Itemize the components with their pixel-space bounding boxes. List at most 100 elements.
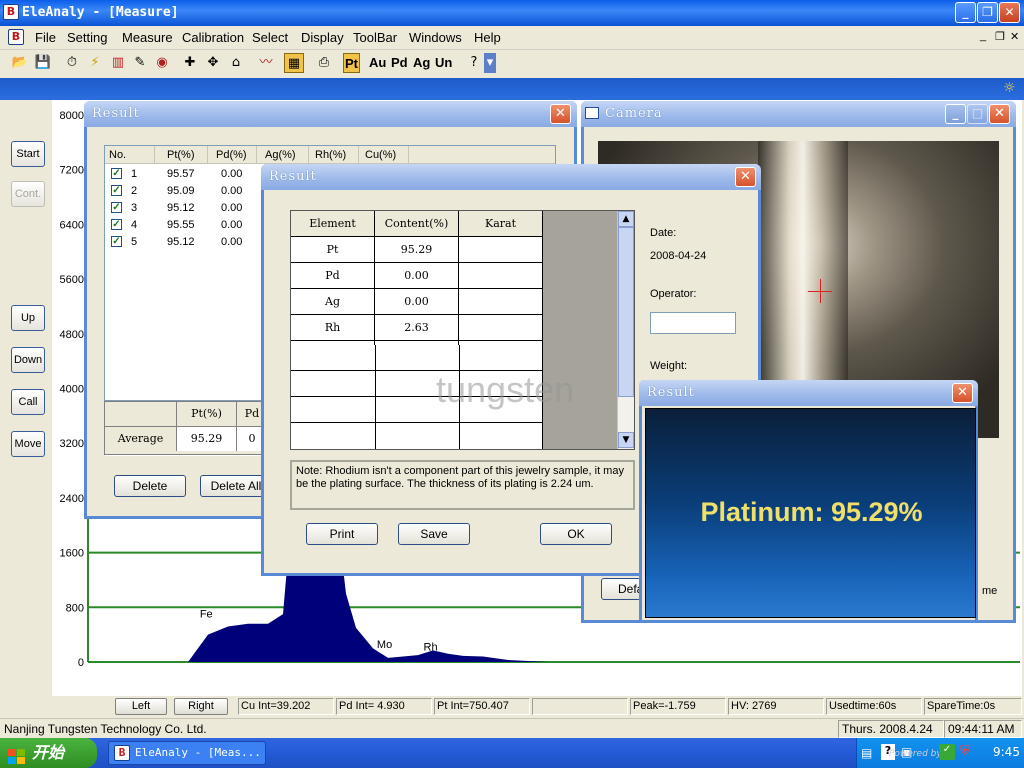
peak-status: Peak=-1.759 xyxy=(630,698,726,715)
home-icon[interactable]: ⌂ xyxy=(226,53,246,73)
move-button[interactable]: Move xyxy=(11,431,45,457)
camera-close-button[interactable]: ✕ xyxy=(989,104,1010,124)
bar-chart-icon[interactable]: ▥ xyxy=(108,53,128,73)
left-button[interactable]: Left xyxy=(115,698,167,715)
grid-cell-karat xyxy=(459,263,543,289)
printer-icon[interactable]: ⎙ xyxy=(314,53,334,73)
grid-cell-element-text: Pd xyxy=(325,269,340,282)
taskbar-clock: 9:45 xyxy=(993,745,1020,759)
close-button[interactable]: ✕ xyxy=(999,2,1020,23)
mdi-close-icon[interactable]: ✕ xyxy=(1008,29,1021,44)
delete-button[interactable]: Delete xyxy=(114,475,186,497)
mdi-minimize-icon[interactable]: _ xyxy=(978,29,988,43)
date-label: Date: xyxy=(650,227,677,239)
menu-file[interactable]: File xyxy=(33,29,58,46)
menu-calibration[interactable]: Calibration xyxy=(180,29,246,46)
menu-select[interactable]: Select xyxy=(250,29,290,46)
start-button[interactable]: Start xyxy=(11,141,45,167)
ok-button[interactable]: OK xyxy=(540,523,612,545)
result-window-detail-titlebar[interactable]: Result ✕ xyxy=(261,164,761,190)
result-window-history-titlebar[interactable]: Result ✕ xyxy=(84,101,577,127)
scroll-up-icon[interactable]: ▲ xyxy=(618,211,634,227)
element-ag-button[interactable]: Ag xyxy=(412,53,431,73)
col-header-rh[interactable]: Rh(%) xyxy=(311,146,359,164)
move-tool-icon[interactable]: ✥ xyxy=(203,53,223,73)
result-window-summary-titlebar[interactable]: Result ✕ xyxy=(639,380,978,406)
lightning-icon[interactable]: ⚡ xyxy=(85,53,105,73)
col-header-cu[interactable]: Cu(%) xyxy=(361,146,409,164)
result-window-detail-close-button[interactable]: ✕ xyxy=(735,167,756,187)
crosshair-vertical xyxy=(820,279,821,303)
y-tick-label: 7200 xyxy=(60,165,84,177)
app-icon[interactable]: B xyxy=(3,4,19,20)
menu-measure[interactable]: Measure xyxy=(120,29,175,46)
scroll-thumb[interactable] xyxy=(618,227,634,397)
bulb-icon[interactable]: ☼ xyxy=(1003,80,1016,96)
taskbar-item-eleanaly[interactable]: B EleAnaly - [Meas... xyxy=(108,741,266,765)
open-folder-icon[interactable]: 📂 xyxy=(10,53,30,73)
down-button[interactable]: Down xyxy=(11,347,45,373)
grid-cell-karat xyxy=(459,315,543,341)
toolbar-overflow-icon[interactable]: ▾ xyxy=(484,53,496,73)
up-button[interactable]: Up xyxy=(11,305,45,331)
document-icon[interactable]: B xyxy=(8,29,24,45)
element-au-button[interactable]: Au xyxy=(368,53,387,73)
grid-header-element-text: Element xyxy=(309,217,356,230)
edit-chart-icon[interactable]: ✎ xyxy=(130,53,150,73)
col-header-pt[interactable]: Pt(%) xyxy=(163,146,208,164)
average-corner xyxy=(105,402,177,427)
result-window-history-close-button[interactable]: ✕ xyxy=(550,104,571,124)
windows-logo-icon xyxy=(8,745,26,764)
antivirus-icon[interactable]: ✓ xyxy=(939,744,955,760)
row-checkbox[interactable]: ✓ xyxy=(111,219,122,230)
col-header-pd[interactable]: Pd(%) xyxy=(212,146,257,164)
grid-scrollbar[interactable]: ▲ ▼ xyxy=(617,211,634,449)
row-pd: 0.00 xyxy=(221,168,243,180)
call-button[interactable]: Call xyxy=(11,389,45,415)
col-header-ag[interactable]: Ag(%) xyxy=(261,146,309,164)
palette-icon[interactable]: ◉ xyxy=(152,53,172,73)
security-alert-icon[interactable]: ⛨ xyxy=(960,744,970,759)
save-button[interactable]: Save xyxy=(398,523,470,545)
y-tick-label: 0 xyxy=(78,657,84,669)
peak-label: Mo xyxy=(377,639,392,651)
element-pd-button[interactable]: Pd xyxy=(390,53,409,73)
row-checkbox[interactable]: ✓ xyxy=(111,236,122,247)
menu-toolbar[interactable]: ToolBar xyxy=(351,29,399,46)
spectrum-icon[interactable]: 〰 xyxy=(256,53,276,73)
print-button[interactable]: Print xyxy=(306,523,378,545)
menu-setting[interactable]: Setting xyxy=(65,29,109,46)
crosshair-icon[interactable]: ✚ xyxy=(180,53,200,73)
menu-windows[interactable]: Windows xyxy=(407,29,464,46)
mdi-restore-icon[interactable]: ❐ xyxy=(993,29,1007,44)
stopwatch-icon[interactable]: ⏱ xyxy=(62,53,82,73)
row-checkbox[interactable]: ✓ xyxy=(111,202,122,213)
taskbar: 开始 B EleAnaly - [Meas... ▤ ? ▣ Powered b… xyxy=(0,738,1024,768)
grid-cell-content-text: 2.63 xyxy=(404,321,429,334)
scroll-down-icon[interactable]: ▼ xyxy=(618,432,634,448)
col-header-no[interactable]: No. xyxy=(105,146,155,164)
camera-window-titlebar[interactable]: Camera _ □ ✕ xyxy=(581,101,1016,127)
minimize-button[interactable]: _ xyxy=(955,2,976,23)
camera-window-icon xyxy=(585,107,599,119)
camera-maximize-button[interactable]: □ xyxy=(967,104,988,124)
menu-display[interactable]: Display xyxy=(299,29,346,46)
row-checkbox[interactable]: ✓ xyxy=(111,185,122,196)
menu-help[interactable]: Help xyxy=(472,29,503,46)
element-pt-button[interactable]: Pt xyxy=(343,53,360,73)
camera-minimize-button[interactable]: _ xyxy=(945,104,966,124)
help-icon[interactable]: ? xyxy=(464,53,484,73)
keyboard-icon[interactable]: ▤ xyxy=(861,746,872,760)
continue-button[interactable]: Cont. xyxy=(11,181,45,207)
restore-button[interactable]: ❐ xyxy=(977,2,998,23)
result-window-summary-close-button[interactable]: ✕ xyxy=(952,383,973,403)
calculator-icon[interactable]: ▦ xyxy=(284,53,304,73)
y-tick-label: 3200 xyxy=(60,438,84,450)
default-button[interactable]: Defa xyxy=(601,578,641,600)
row-checkbox[interactable]: ✓ xyxy=(111,168,122,179)
save-disk-icon[interactable]: 💾 xyxy=(33,53,53,73)
element-un-button[interactable]: Un xyxy=(434,53,453,73)
right-button[interactable]: Right xyxy=(174,698,228,715)
operator-field[interactable] xyxy=(650,312,736,334)
start-menu-button[interactable]: 开始 xyxy=(0,738,97,768)
